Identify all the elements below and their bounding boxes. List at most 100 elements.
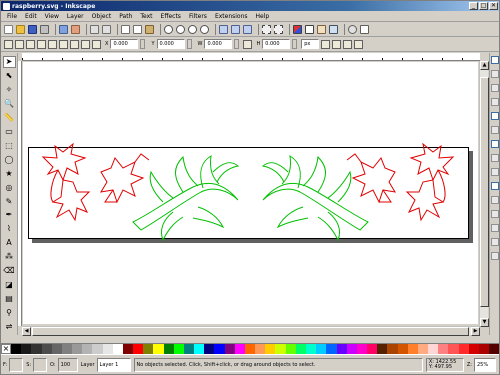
color-swatch[interactable]: [143, 344, 154, 354]
unit-select[interactable]: px: [301, 39, 320, 49]
color-swatch[interactable]: [133, 344, 144, 354]
color-swatch[interactable]: [214, 344, 225, 354]
scale-corners-icon[interactable]: [332, 39, 342, 49]
color-swatch[interactable]: [204, 344, 215, 354]
scroll-up-button[interactable]: ▲: [480, 61, 489, 70]
horizontal-scrollbar[interactable]: ◀ ▶: [22, 326, 480, 336]
color-swatch[interactable]: [468, 344, 479, 354]
spray-tool-icon[interactable]: ⁂: [3, 251, 16, 263]
menu-edit[interactable]: Edit: [21, 13, 41, 20]
gradient-tool-icon[interactable]: ▤: [3, 293, 16, 305]
height-field[interactable]: 0.000: [262, 39, 291, 49]
undo-icon[interactable]: [90, 24, 99, 34]
paste-icon[interactable]: [145, 24, 154, 34]
opacity-field[interactable]: 100: [57, 357, 78, 372]
color-swatch[interactable]: [194, 344, 205, 354]
duplicate-icon[interactable]: [219, 24, 228, 34]
color-swatch[interactable]: [31, 344, 42, 354]
copy-icon[interactable]: [121, 24, 130, 34]
horizontal-scroll-thumb[interactable]: [32, 327, 469, 336]
menu-help[interactable]: Help: [252, 13, 274, 20]
color-swatch[interactable]: [367, 344, 378, 354]
bucket-tool-icon[interactable]: ◪: [3, 279, 16, 291]
color-swatch[interactable]: [112, 344, 123, 354]
open-file-icon[interactable]: [16, 24, 25, 34]
menu-view[interactable]: View: [41, 13, 63, 20]
color-swatch[interactable]: [377, 344, 388, 354]
connector-tool-icon[interactable]: ⇌: [3, 321, 16, 333]
color-swatch[interactable]: [61, 344, 73, 354]
flip-vertical-icon[interactable]: [70, 39, 79, 49]
eraser-tool-icon[interactable]: ⌫: [3, 265, 16, 277]
text-font-icon[interactable]: [305, 24, 314, 34]
red-flower-inner-left[interactable]: [100, 153, 150, 204]
scroll-left-button[interactable]: ◀: [22, 327, 31, 336]
snap-nodes-icon[interactable]: [490, 112, 499, 120]
color-swatch[interactable]: [41, 344, 52, 354]
y-field[interactable]: 0.000: [156, 39, 185, 49]
color-swatch[interactable]: [183, 344, 195, 354]
snap-intersections-icon[interactable]: [490, 140, 499, 148]
snap-bbox-edge-icon[interactable]: [490, 84, 499, 92]
move-patterns-icon[interactable]: [354, 39, 364, 49]
circle-tool-icon[interactable]: ◯: [3, 154, 16, 166]
color-swatch[interactable]: [326, 344, 337, 354]
document-properties-icon[interactable]: [360, 24, 369, 34]
print-icon[interactable]: [40, 24, 49, 34]
color-swatch[interactable]: [346, 344, 357, 354]
measure-tool-icon[interactable]: 📏: [3, 112, 16, 124]
color-swatch[interactable]: [173, 344, 184, 354]
vertical-ruler[interactable]: [18, 61, 22, 326]
color-swatch[interactable]: [417, 344, 429, 354]
color-swatch[interactable]: [295, 344, 306, 354]
red-flower-left[interactable]: [41, 142, 91, 222]
x-spin-button[interactable]: [140, 39, 146, 49]
flip-horizontal-icon[interactable]: [59, 39, 68, 49]
no-paint-swatch[interactable]: ×: [1, 344, 11, 354]
color-swatch[interactable]: [356, 344, 368, 354]
color-swatch[interactable]: [21, 344, 32, 354]
align-distribute-icon[interactable]: [329, 24, 338, 34]
rotate-ccw-icon[interactable]: [37, 39, 46, 49]
y-spin-button[interactable]: [186, 39, 192, 49]
select-all-layers-icon[interactable]: [15, 39, 24, 49]
color-swatch[interactable]: [285, 344, 296, 354]
color-swatch[interactable]: [438, 344, 449, 354]
zoom-tool-icon[interactable]: 🔍: [3, 98, 16, 110]
scroll-right-button[interactable]: ▶: [471, 327, 480, 336]
color-swatch[interactable]: [51, 344, 62, 354]
color-swatch[interactable]: [265, 344, 276, 354]
tweak-tool-icon[interactable]: ✧: [3, 84, 16, 96]
snap-grid-icon[interactable]: [490, 238, 499, 246]
close-button[interactable]: ✕: [489, 2, 498, 10]
width-spin-button[interactable]: [234, 39, 240, 49]
ungroup-icon[interactable]: [274, 24, 283, 34]
menu-text[interactable]: Text: [136, 13, 156, 20]
import-icon[interactable]: [59, 24, 68, 34]
scale-stroke-icon[interactable]: [321, 39, 331, 49]
color-swatch[interactable]: [92, 344, 103, 354]
stroke-indicator[interactable]: [33, 357, 48, 372]
group-icon[interactable]: [262, 24, 271, 34]
horizontal-ruler[interactable]: [22, 53, 480, 61]
layer-select[interactable]: Layer 1: [96, 357, 131, 372]
cut-icon[interactable]: [133, 24, 142, 34]
width-field[interactable]: 0.000: [204, 39, 233, 49]
selector-tool-icon[interactable]: ➤: [2, 56, 16, 69]
color-swatch[interactable]: [275, 344, 286, 354]
color-swatch[interactable]: [305, 344, 317, 354]
color-swatch[interactable]: [244, 344, 256, 354]
color-swatch[interactable]: [11, 344, 22, 354]
new-document-icon[interactable]: [4, 24, 13, 34]
unlink-clone-icon[interactable]: [243, 24, 252, 34]
node-tool-icon[interactable]: ⬉: [3, 70, 16, 82]
color-swatch[interactable]: [428, 344, 439, 354]
red-flower-right[interactable]: [405, 142, 455, 222]
color-swatch[interactable]: [102, 344, 113, 354]
snap-smooth-icon[interactable]: [490, 168, 499, 176]
color-swatch[interactable]: [122, 344, 134, 354]
calligraphy-tool-icon[interactable]: ⌇: [3, 223, 16, 235]
menu-object[interactable]: Object: [88, 13, 116, 20]
snap-center-icon[interactable]: [490, 196, 499, 204]
zoom-field[interactable]: 25%: [474, 357, 496, 372]
